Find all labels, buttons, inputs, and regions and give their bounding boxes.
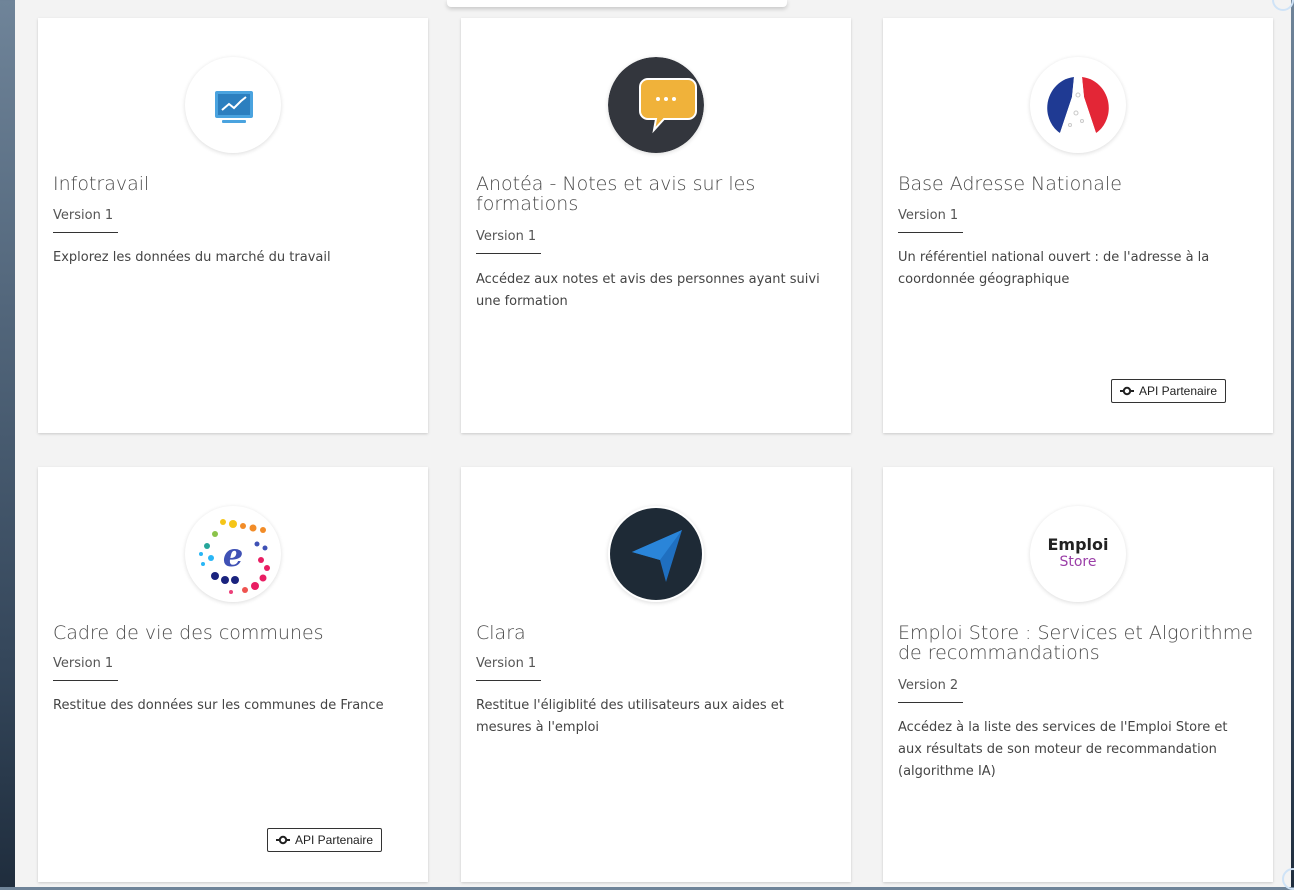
card-version: Version 1 xyxy=(476,656,537,671)
divider xyxy=(476,680,541,681)
colorful-dots-e-icon: e xyxy=(199,519,270,594)
api-card-cadre-de-vie[interactable]: e Cadre de vie des communes Version 1 Re… xyxy=(38,467,428,882)
card-title: Emploi Store : Services et Algorithme de… xyxy=(898,622,1253,664)
card-version: Version 2 xyxy=(898,678,959,693)
card-logo xyxy=(1030,57,1126,153)
divider xyxy=(476,253,541,254)
emploi-store-logo: Emploi Store xyxy=(1030,536,1126,571)
card-title: Anotéa - Notes et avis sur les formation… xyxy=(476,173,756,215)
divider xyxy=(53,232,118,233)
api-card-infotravail[interactable]: Infotravail Version 1 Explorez les donné… xyxy=(38,18,428,433)
logo-text-bottom: Store xyxy=(1059,554,1097,570)
api-partenaire-badge[interactable]: API Partenaire xyxy=(267,828,383,852)
commit-icon xyxy=(276,835,290,845)
navigation-arrow-icon xyxy=(610,508,702,600)
card-title: Infotravail xyxy=(53,173,150,195)
commit-icon xyxy=(1120,386,1134,396)
card-version: Version 1 xyxy=(476,229,537,244)
card-logo xyxy=(608,57,704,153)
card-description: Explorez les données du marché du travai… xyxy=(53,250,331,265)
card-description: Un référentiel national ouvert : de l'ad… xyxy=(898,250,1210,287)
card-title: Base Adresse Nationale xyxy=(898,173,1122,195)
svg-text:e: e xyxy=(223,536,243,574)
card-version: Version 1 xyxy=(53,208,114,223)
card-version: Version 1 xyxy=(898,208,959,223)
divider xyxy=(898,232,963,233)
card-title: Clara xyxy=(476,622,526,644)
api-partenaire-badge[interactable]: API Partenaire xyxy=(1111,379,1227,403)
api-catalog-panel: Infotravail Version 1 Explorez les donné… xyxy=(15,0,1291,887)
card-version: Version 1 xyxy=(53,656,114,671)
card-logo xyxy=(185,57,281,153)
divider xyxy=(898,702,963,703)
badge-label: API Partenaire xyxy=(295,833,374,847)
api-card-base-adresse-nationale[interactable]: Base Adresse Nationale Version 1 Un réfé… xyxy=(883,18,1273,433)
card-title: Cadre de vie des communes xyxy=(53,622,324,644)
api-card-clara[interactable]: Clara Version 1 Restitue l'éligiblité de… xyxy=(461,467,851,882)
divider xyxy=(53,680,118,681)
card-description: Restitue l'éligiblité des utilisateurs a… xyxy=(476,698,784,735)
card-logo xyxy=(608,506,704,602)
card-description: Restitue des données sur les communes de… xyxy=(53,698,384,713)
french-flag-pin-icon xyxy=(1047,77,1109,133)
card-logo: Emploi Store xyxy=(1030,506,1126,602)
api-card-emploi-store[interactable]: Emploi Store Emploi Store : Services et … xyxy=(883,467,1273,882)
speech-bubble-icon xyxy=(608,57,704,153)
card-logo: e xyxy=(185,506,281,602)
card-description: Accédez aux notes et avis des personnes … xyxy=(476,272,820,309)
card-description: Accédez à la liste des services de l'Emp… xyxy=(898,720,1228,779)
logo-text-top: Emploi xyxy=(1047,535,1109,554)
badge-label: API Partenaire xyxy=(1139,384,1218,398)
api-card-anotea[interactable]: Anotéa - Notes et avis sur les formation… xyxy=(461,18,851,433)
top-tab xyxy=(447,0,787,7)
monitor-chart-icon xyxy=(215,91,253,123)
